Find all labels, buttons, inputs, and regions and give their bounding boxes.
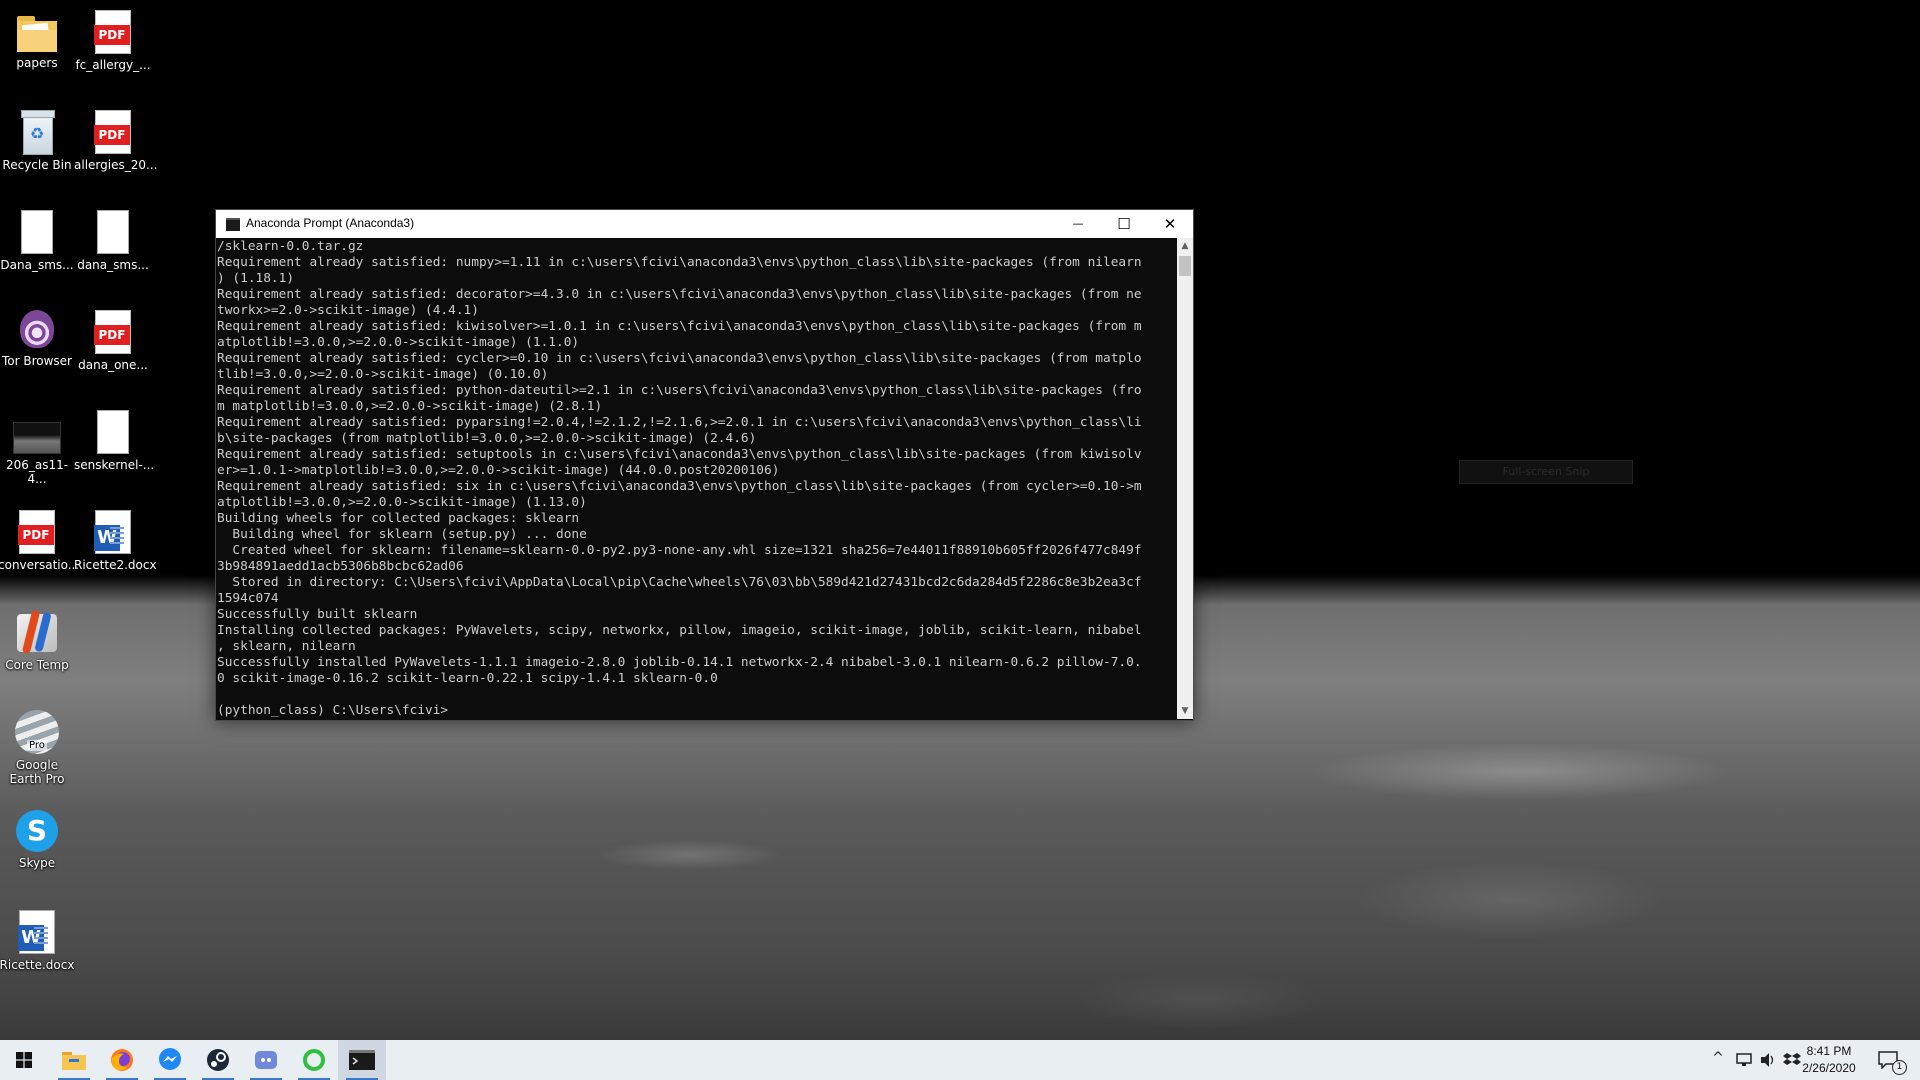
desktop-icon-tor-browser[interactable]: Tor Browser xyxy=(0,302,76,368)
desktop-icon-label: Skype xyxy=(18,856,56,870)
start-button[interactable] xyxy=(0,1040,48,1080)
desktop-icon-label: allergies_20... xyxy=(74,158,158,172)
skype-badge: S xyxy=(16,810,58,852)
desktop-icon-label: Google Earth Pro xyxy=(9,758,65,786)
pdf-badge: PDF xyxy=(94,325,130,345)
desktop-icon-label: 206_as11-4... xyxy=(5,458,69,486)
taskbar-green-ring-app[interactable] xyxy=(290,1040,338,1080)
clock-date: 2/26/2020 xyxy=(1802,1061,1856,1075)
pdf-badge: PDF xyxy=(94,25,130,45)
console-icon xyxy=(226,218,240,231)
discord-icon xyxy=(255,1051,277,1069)
scrollbar-thumb[interactable] xyxy=(1179,256,1191,276)
vertical-scrollbar[interactable]: ▲ ▼ xyxy=(1177,238,1193,719)
anaconda-prompt-window[interactable]: Anaconda Prompt (Anaconda3) — ☐ ✕ /sklea… xyxy=(215,209,1194,721)
desktop-icon-206-as11[interactable]: 206_as11-4... xyxy=(0,402,76,486)
windows-logo-icon xyxy=(16,1052,32,1068)
desktop-icon-papers[interactable]: papers xyxy=(0,2,76,70)
google-earth-icon: Pro xyxy=(15,710,59,754)
desktop-icon-dana-one[interactable]: PDF dana_one... xyxy=(74,302,152,372)
desktop-icon-label: senskernel-... xyxy=(74,458,155,472)
file-icon xyxy=(97,210,129,254)
desktop-icon-label: Ricette.docx xyxy=(0,958,75,972)
folder-icon xyxy=(17,16,57,52)
pdf-file-icon: PDF xyxy=(94,310,131,354)
pdf-file-icon: PDF xyxy=(94,10,131,54)
steam-icon xyxy=(207,1049,229,1071)
desktop-icon-recycle-bin[interactable]: ♻ Recycle Bin xyxy=(0,102,76,172)
desktop-icon-skype[interactable]: S Skype xyxy=(0,802,76,870)
word-document-icon: W xyxy=(18,910,55,954)
image-thumbnail-icon xyxy=(13,422,61,454)
desktop-icon-google-earth-pro[interactable]: Pro Google Earth Pro xyxy=(0,702,76,786)
minimize-button[interactable]: — xyxy=(1055,210,1101,238)
core-temp-icon xyxy=(15,609,59,655)
taskbar-discord[interactable] xyxy=(242,1040,290,1080)
green-ring-icon xyxy=(303,1049,325,1071)
taskbar: ^ 8:41 PM 2/26/2020 1 xyxy=(0,1040,1920,1080)
window-titlebar[interactable]: Anaconda Prompt (Anaconda3) — ☐ ✕ xyxy=(216,210,1193,238)
firefox-icon xyxy=(111,1049,133,1071)
pdf-file-icon: PDF xyxy=(94,110,131,154)
maximize-button[interactable]: ☐ xyxy=(1101,210,1147,238)
console-text: /sklearn-0.0.tar.gz Requirement already … xyxy=(217,239,1142,717)
pdf-badge: PDF xyxy=(94,125,130,145)
recycle-bin-icon: ♻ xyxy=(19,110,55,155)
messenger-icon xyxy=(159,1048,181,1070)
taskbar-file-explorer[interactable] xyxy=(50,1040,98,1080)
command-prompt-icon xyxy=(349,1050,375,1070)
desktop-icon-label: conversatio... xyxy=(0,558,80,572)
desktop-icon-label: papers xyxy=(16,56,58,70)
desktop-icon-label: Core Temp xyxy=(5,658,69,672)
tor-browser-icon xyxy=(18,310,56,350)
desktop-icon-fc-allergy[interactable]: PDF fc_allergy_... xyxy=(74,2,152,72)
taskbar-command-prompt[interactable] xyxy=(338,1040,386,1080)
pdf-badge: PDF xyxy=(18,525,54,545)
desktop-icon-ricette2[interactable]: W Ricette2.docx xyxy=(74,502,157,572)
volume-icon[interactable] xyxy=(1758,1052,1778,1068)
desktop-icon-label: fc_allergy_... xyxy=(75,58,151,72)
desktop-icon-label: Tor Browser xyxy=(1,354,72,368)
file-icon xyxy=(97,410,129,454)
pro-badge: Pro xyxy=(27,740,47,751)
file-icon xyxy=(21,210,53,254)
skype-icon: S xyxy=(16,810,58,852)
desktop-icon-conversatio[interactable]: PDF conversatio... xyxy=(0,502,80,572)
notification-center-button[interactable]: 1 xyxy=(1870,1040,1910,1080)
notification-count: 1 xyxy=(1892,1060,1907,1075)
desktop-icon-label: Ricette2.docx xyxy=(74,558,157,572)
close-button[interactable]: ✕ xyxy=(1147,210,1193,238)
full-screen-snip-overlay[interactable]: Full-screen Snip xyxy=(1459,460,1633,484)
desktop-icon-allergies[interactable]: PDF allergies_20... xyxy=(74,102,158,172)
word-document-icon: W xyxy=(94,510,131,554)
network-icon[interactable] xyxy=(1734,1052,1754,1068)
desktop-icon-dana-sms-1[interactable]: Dana_sms... xyxy=(0,202,76,272)
clock-time: 8:41 PM xyxy=(1806,1044,1852,1058)
desktop-icon-core-temp[interactable]: Core Temp xyxy=(0,602,76,672)
desktop-icon-label: Dana_sms... xyxy=(0,258,74,272)
desktop-icon-senskernel[interactable]: senskernel-... xyxy=(74,402,155,472)
taskbar-firefox[interactable] xyxy=(98,1040,146,1080)
scroll-up-icon[interactable]: ▲ xyxy=(1177,238,1193,254)
window-title: Anaconda Prompt (Anaconda3) xyxy=(246,216,415,230)
taskbar-steam[interactable] xyxy=(194,1040,242,1080)
taskbar-messenger[interactable] xyxy=(146,1040,194,1080)
desktop-icon-label: Recycle Bin xyxy=(2,158,72,172)
pdf-file-icon: PDF xyxy=(18,510,55,554)
file-explorer-icon xyxy=(62,1052,86,1070)
console-output[interactable]: /sklearn-0.0.tar.gz Requirement already … xyxy=(217,239,1177,717)
desktop-icon-label: dana_sms... xyxy=(77,258,149,272)
desktop-icon-ricette[interactable]: W Ricette.docx xyxy=(0,902,76,972)
scroll-down-icon[interactable]: ▼ xyxy=(1177,703,1193,719)
desktop-icon-dana-sms-2[interactable]: dana_sms... xyxy=(74,202,152,272)
show-hidden-icons-button[interactable]: ^ xyxy=(1708,1050,1728,1066)
taskbar-clock[interactable]: 8:41 PM 2/26/2020 xyxy=(1794,1043,1864,1077)
desktop-icon-label: dana_one... xyxy=(78,358,148,372)
